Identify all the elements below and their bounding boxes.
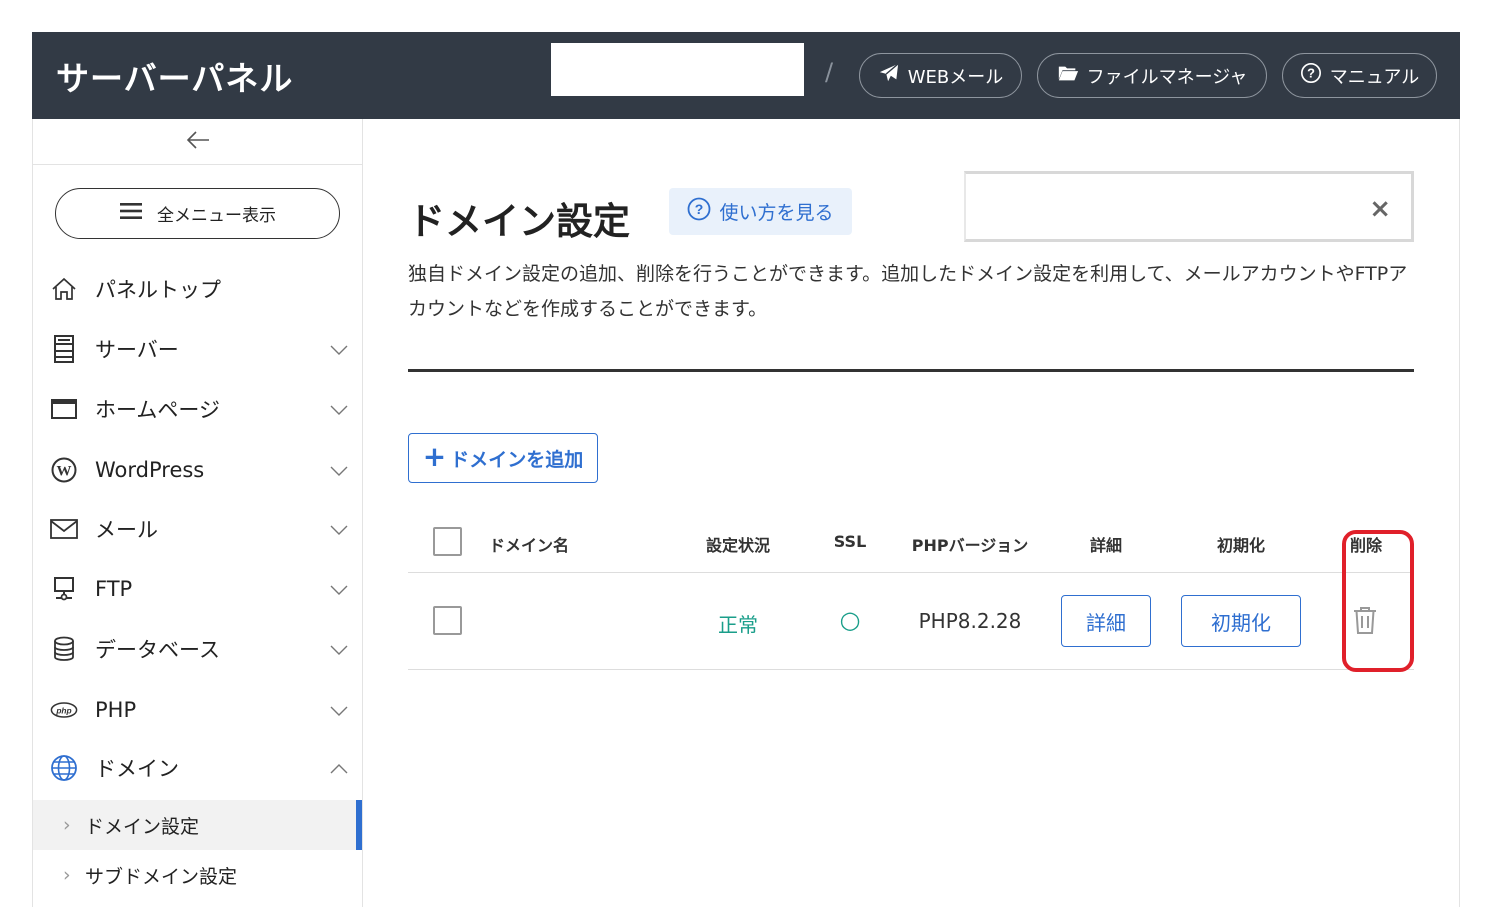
file-manager-label: ファイルマネージャ [1086, 66, 1248, 88]
sidebar-item-wordpress[interactable]: W WordPress [33, 450, 362, 490]
chevron-down-icon [330, 580, 348, 599]
sidebar-item-ftp[interactable]: FTP [33, 569, 362, 609]
chevron-down-icon [330, 340, 348, 359]
svg-text:?: ? [695, 201, 704, 217]
manual-button[interactable]: ? マニュアル [1282, 53, 1437, 98]
row-checkbox[interactable] [433, 606, 462, 635]
sidebar-item-label: メール [95, 518, 158, 542]
sidebar-item-label: FTP [95, 577, 133, 601]
sidebar-item-label: PHP [95, 698, 137, 722]
ssl-cell: ○ [839, 606, 861, 634]
close-icon[interactable]: × [1369, 194, 1391, 224]
notice-box: × [964, 171, 1414, 242]
manual-label: マニュアル [1329, 66, 1420, 88]
question-circle-icon: ? [687, 197, 711, 226]
reset-button[interactable]: 初期化 [1181, 595, 1301, 647]
chevron-down-icon [330, 640, 348, 659]
sidebar-subitem-label: サブドメイン設定 [85, 865, 238, 888]
server-name-box [551, 43, 804, 96]
svg-text:?: ? [1307, 66, 1315, 81]
delete-column-highlight [1342, 530, 1414, 672]
col-header-domain: ドメイン名 [489, 536, 570, 555]
chevron-down-icon [330, 701, 348, 720]
sidebar-item-server[interactable]: サーバー [33, 329, 362, 369]
arrow-left-icon [185, 130, 211, 154]
app-logo[interactable]: サーバーパネル [56, 52, 293, 100]
envelope-icon [50, 515, 78, 543]
table-header-divider [408, 572, 1414, 573]
hamburger-icon [119, 202, 143, 225]
howto-label: 使い方を見る [719, 202, 834, 224]
page-description: 独自ドメイン設定の追加、削除を行うことができます。追加したドメイン設定を利用して… [408, 263, 1408, 320]
database-icon [50, 635, 78, 663]
sidebar-subitem-label: ドメイン設定 [85, 815, 200, 838]
chevron-up-icon [330, 759, 348, 778]
sidebar-item-label: サーバー [95, 338, 179, 362]
paper-plane-icon [878, 62, 900, 89]
page-title: ドメイン設定 [408, 200, 630, 243]
server-icon [50, 335, 78, 363]
chevron-right-icon: › [63, 864, 71, 886]
add-domain-label: ドメインを追加 [450, 448, 584, 471]
plus-icon: + [422, 440, 447, 473]
chevron-right-icon: › [63, 814, 71, 836]
sidebar-subitem-subdomain-settings[interactable]: › サブドメイン設定 [33, 850, 362, 900]
sidebar-item-label: ドメイン [95, 757, 179, 781]
php-icon: php [50, 696, 78, 724]
howto-button[interactable]: ? 使い方を見る [669, 188, 852, 235]
all-menu-button[interactable]: 全メニュー表示 [55, 188, 340, 239]
svg-text:W: W [57, 464, 72, 480]
file-manager-button[interactable]: ファイルマネージャ [1037, 53, 1267, 98]
col-header-reset: 初期化 [1216, 536, 1265, 555]
sidebar-item-panel-top[interactable]: パネルトップ [33, 269, 362, 309]
col-header-status: 設定状況 [705, 536, 770, 555]
sidebar-item-label: ホームページ [95, 398, 220, 422]
browser-window-icon [50, 395, 78, 423]
chevron-down-icon [330, 520, 348, 539]
php-version-cell: PHP8.2.28 [918, 609, 1022, 633]
globe-icon [50, 754, 78, 782]
col-header-detail: 詳細 [1089, 536, 1122, 555]
top-header: サーバーパネル / WEBメール ファイルマネージャ ? マニュアル [32, 32, 1460, 119]
content-border [1459, 119, 1460, 907]
sidebar-collapse-button[interactable] [33, 119, 362, 165]
webmail-button[interactable]: WEBメール [859, 53, 1022, 98]
folder-open-icon [1057, 62, 1079, 89]
col-header-ssl: SSL [833, 532, 867, 551]
detail-button[interactable]: 詳細 [1061, 595, 1151, 647]
add-domain-button[interactable]: + ドメインを追加 [408, 433, 598, 483]
sidebar-item-label: パネルトップ [95, 278, 221, 302]
sidebar-item-homepage[interactable]: ホームページ [33, 389, 362, 429]
all-menu-label: 全メニュー表示 [157, 206, 276, 226]
sidebar-item-label: データベース [95, 638, 220, 662]
divider [408, 369, 1414, 372]
sidebar-item-label: WordPress [95, 458, 205, 482]
sidebar-item-mail[interactable]: メール [33, 509, 362, 549]
header-separator: / [825, 58, 834, 86]
webmail-label: WEBメール [907, 66, 1004, 88]
home-icon [50, 275, 78, 303]
table-row-divider [408, 669, 1414, 670]
sidebar-item-php[interactable]: php PHP [33, 690, 362, 730]
svg-text:php: php [55, 705, 71, 715]
sidebar: 全メニュー表示 パネルトップ サーバー ホームページ W WordPress メ… [32, 119, 363, 907]
sidebar-item-database[interactable]: データベース [33, 629, 362, 669]
chevron-down-icon [330, 461, 348, 480]
ftp-icon [50, 575, 78, 603]
col-header-php-version: PHPバージョン [911, 536, 1029, 555]
status-cell: 正常 [718, 613, 758, 637]
wordpress-icon: W [50, 456, 78, 484]
chevron-down-icon [330, 400, 348, 419]
select-all-checkbox[interactable] [433, 527, 462, 556]
sidebar-subitem-domain-settings[interactable]: › ドメイン設定 [33, 800, 362, 850]
question-circle-icon: ? [1300, 62, 1322, 89]
sidebar-item-domain[interactable]: ドメイン [33, 748, 362, 788]
